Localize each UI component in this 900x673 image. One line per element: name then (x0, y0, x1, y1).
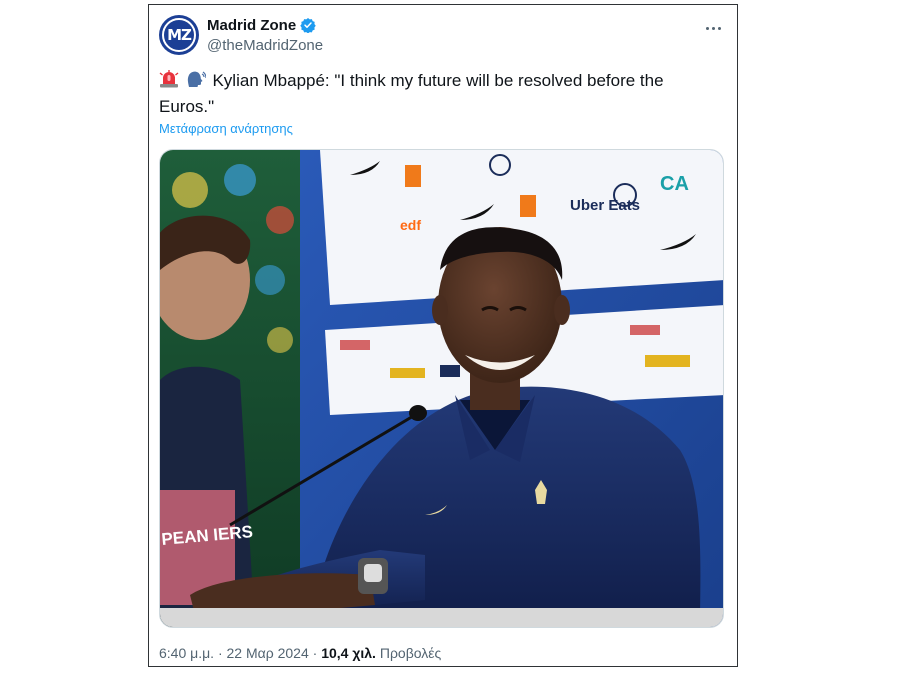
speaking-head-icon (186, 70, 207, 95)
tweet-media-image[interactable]: Uber Eats edf CA PEAN IERS (159, 149, 724, 628)
views-count: 10,4 χιλ. (321, 645, 376, 661)
views-label: Προβολές (379, 645, 442, 661)
tweet-text-block: Kylian Mbappé: "I think my future will b… (159, 69, 719, 119)
tweet-card: MZ Madrid Zone @theMadridZone Kylian Mba… (148, 4, 738, 667)
user-handle[interactable]: @theMadridZone (207, 37, 323, 54)
avatar-logo: MZ (162, 18, 196, 52)
tweet-footer: 6:40 μ.μ. · 22 Μαρ 2024 · 10,4 χιλ. Προβ… (159, 645, 441, 661)
more-options-icon[interactable] (701, 19, 725, 37)
tweet-time[interactable]: 6:40 μ.μ. (159, 645, 214, 661)
footer-separator-2: · (308, 645, 322, 661)
sponsor-edf: edf (400, 217, 421, 233)
tweet-text: Kylian Mbappé: "I think my future will b… (159, 71, 664, 116)
tweet-header: MZ Madrid Zone @theMadridZone (159, 15, 727, 57)
verified-badge-icon (300, 18, 316, 33)
sponsor-ca: CA (660, 173, 689, 195)
siren-icon (159, 70, 179, 95)
press-conference-photo: Uber Eats edf CA PEAN IERS (160, 150, 723, 627)
avatar[interactable]: MZ (159, 15, 199, 55)
author-block: Madrid Zone @theMadridZone (207, 15, 323, 55)
translate-post-link[interactable]: Μετάφραση ανάρτησης (159, 121, 293, 136)
tweet-date[interactable]: 22 Μαρ 2024 (227, 645, 309, 661)
footer-separator: · (214, 645, 227, 661)
display-name[interactable]: Madrid Zone (207, 17, 296, 34)
